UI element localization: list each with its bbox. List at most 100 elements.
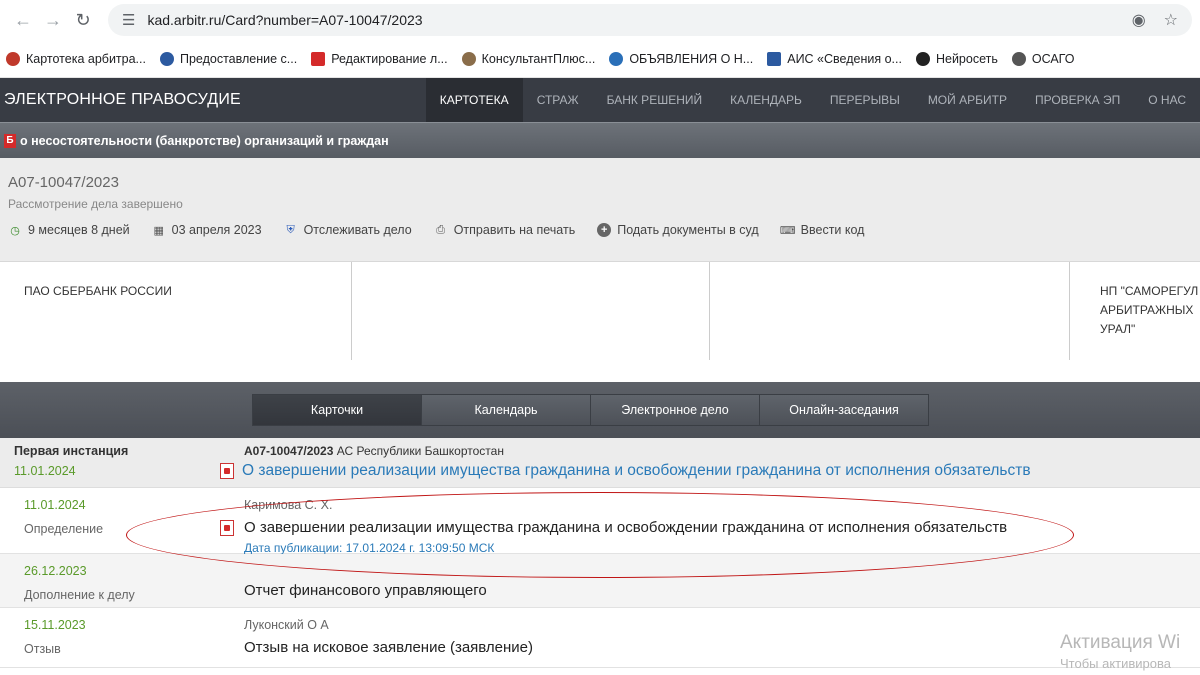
bookmark-label: Предоставление с... [179,51,298,66]
bookmark-osago[interactable]: ОСАГО [1011,51,1075,66]
konsultant-icon [461,51,476,66]
track-label: Отслеживать дело [303,223,412,237]
top-navigation: КАРТОТЕКА СТРАЖ БАНК РЕШЕНИЙ КАЛЕНДАРЬ П… [425,78,1200,122]
watermark-subtitle: Чтобы активирова [1060,656,1172,671]
bookmark-obyavleniya[interactable]: ОБЪЯВЛЕНИЯ О Н... [609,51,754,66]
submit-label: Подать документы в суд [617,223,759,237]
instance-row: Первая инстанция 11.01.2024 А07-10047/20… [0,438,1200,488]
site-settings-icon[interactable]: ☰ [122,11,135,29]
emblem-icon [159,51,174,66]
entry-type: Дополнение к делу [24,588,135,602]
nav-bank-resheniy[interactable]: БАНК РЕШЕНИЙ [593,78,717,122]
participant-name-line: АРБИТРАЖНЫХ [1100,303,1194,317]
star-icon[interactable]: ☆ [1164,10,1178,30]
date-text: 03 апреля 2023 [171,223,262,237]
entry-title: Отзыв на исковое заявление (заявление) [244,639,534,656]
list-item: 15.11.2023 Отзыв Луконский О А Отзыв на … [0,608,1200,668]
bookmark-konsultant[interactable]: КонсультантПлюс... [461,51,596,66]
enter-code-button[interactable]: ⌨ Ввести код [779,223,865,237]
list-item: 11.01.2024 Определение Каримова С. Х. О … [0,488,1200,555]
bookmark-label: ОБЪЯВЛЕНИЯ О Н... [629,51,754,66]
bookmark-redaktirovanie[interactable]: Редактирование л... [311,51,448,66]
bookmark-kartoteka[interactable]: Картотека арбитра... [6,51,146,66]
case-category-bar: Б о несостоятельности (банкротстве) орга… [0,122,1200,158]
entry-date: 26.12.2023 [24,564,87,578]
bookmark-neiroset[interactable]: Нейросеть [915,51,998,66]
track-case-button[interactable]: ⛨ Отслеживать дело [284,223,412,237]
duration-text: 9 месяцев 8 дней [28,223,130,237]
tabs: Карточки Календарь Электронное дело Онла… [252,394,929,426]
pdf-icon[interactable] [220,520,234,536]
printer-icon: ⎙ [436,223,446,236]
entry-title: Отчет финансового управляющего [244,582,487,599]
participant-column-2 [352,262,710,360]
code-label: Ввести код [800,223,865,237]
nav-o-nas[interactable]: О НАС [1134,78,1200,122]
forward-icon[interactable]: → [38,5,68,35]
nav-moy-arbitr[interactable]: МОЙ АРБИТР [914,78,1021,122]
flag-icon [767,51,782,66]
case-actions: ◷ 9 месяцев 8 дней ▦ 03 апреля 2023 ⛨ Отсле… [8,223,1192,237]
tab-kalendar[interactable]: Календарь [421,394,591,426]
case-number: А07-10047/2023 [8,174,119,191]
list-item: 26.12.2023 Дополнение к делу Отчет финан… [0,554,1200,608]
bookmark-label: КонсультантПлюс... [481,51,596,66]
entry-date: 15.11.2023 [24,618,86,632]
bookmark-label: ОСАГО [1031,51,1075,66]
bookmark-label: Редактирование л... [331,51,448,66]
tab-elektronnoe-delo[interactable]: Электронное дело [590,394,760,426]
entry-judge: Каримова С. Х. [244,498,333,512]
participant-name[interactable]: НП "САМОРЕГУЛ [1100,282,1200,301]
case-category-text: о несостоятельности (банкротстве) органи… [20,133,389,148]
participant-column-3 [710,262,1070,360]
browser-toolbar: ← → ↻ ☰ kad.arbitr.ru/Card?number=А07-10… [0,0,1200,40]
bookmarks-bar: Картотека арбитра... Предоставление с...… [0,40,1200,78]
pdf-icon [220,463,234,479]
entry-type: Отзыв [24,642,61,656]
back-icon[interactable]: ← [8,5,38,35]
bookmark-label: Картотека арбитра... [26,51,146,66]
participant-name[interactable]: ПАО СБЕРБАНК РОССИИ [24,284,172,298]
plus-circle-icon: + [597,223,612,237]
bookmark-predostavlenie[interactable]: Предоставление с... [159,51,298,66]
entry-title[interactable]: О завершении реализации имущества гражда… [244,519,1007,536]
site-title[interactable]: ЭЛЕКТРОННОЕ ПРАВОСУДИЕ [0,91,420,109]
print-label: Отправить на печать [453,223,576,237]
robot-icon [915,51,930,66]
entry-judge: Луконский О А [244,618,329,632]
watermark-title: Активация Wi [1060,632,1181,653]
eagle-icon [6,51,20,66]
nav-proverka-ep[interactable]: ПРОВЕРКА ЭП [1021,78,1134,122]
instance-link-text[interactable]: О завершении реализации имущества гражда… [242,462,1031,480]
entry-type: Определение [24,522,104,536]
nav-kalendar[interactable]: КАЛЕНДАРЬ [716,78,816,122]
reload-icon[interactable]: ↻ [68,5,98,35]
clock-icon: ◷ [10,224,20,237]
eye-off-icon[interactable]: ◉ [1132,10,1146,30]
duration-info: ◷ 9 месяцев 8 дней [8,223,130,237]
print-button[interactable]: ⎙ Отправить на печать [434,223,576,237]
nav-strazh[interactable]: СТРАЖ [523,78,593,122]
instance-label: Первая инстанция [14,444,129,458]
case-header: А07-10047/2023 Рассмотрение дела заверше… [0,158,1200,262]
instance-case-number: А07-10047/2023 [244,444,334,458]
instance-document-link[interactable]: О завершении реализации имущества гражда… [220,462,1031,480]
submit-documents-button[interactable]: + Подать документы в суд [597,223,759,237]
instance-court: АС Республики Башкортостан [336,444,504,458]
tab-online-zasedaniya[interactable]: Онлайн-заседания [759,394,929,426]
keyboard-icon: ⌨ [779,224,796,237]
address-bar[interactable]: ☰ kad.arbitr.ru/Card?number=А07-10047/20… [108,4,1192,36]
bookmark-ais[interactable]: АИС «Сведения о... [767,51,902,66]
date-info: ▦ 03 апреля 2023 [152,223,262,237]
participant-plaintiff: ПАО СБЕРБАНК РОССИИ [0,262,352,360]
nav-pereryvy[interactable]: ПЕРЕРЫВЫ [816,78,914,122]
participant-name-line: УРАЛ" [1100,322,1136,336]
bookmark-label: АИС «Сведения о... [787,51,902,66]
tab-kartochki[interactable]: Карточки [252,394,422,426]
instance-case-info: А07-10047/2023 АС Республики Башкортоста… [244,444,1031,458]
circle-logo-icon [609,51,624,66]
nav-kartoteka[interactable]: КАРТОТЕКА [425,78,523,122]
site-header: ЭЛЕКТРОННОЕ ПРАВОСУДИЕ КАРТОТЕКА СТРАЖ Б… [0,78,1200,122]
windows-activation-watermark: Активация Wi Чтобы активирова [1060,632,1200,671]
globe-icon [1011,51,1026,66]
